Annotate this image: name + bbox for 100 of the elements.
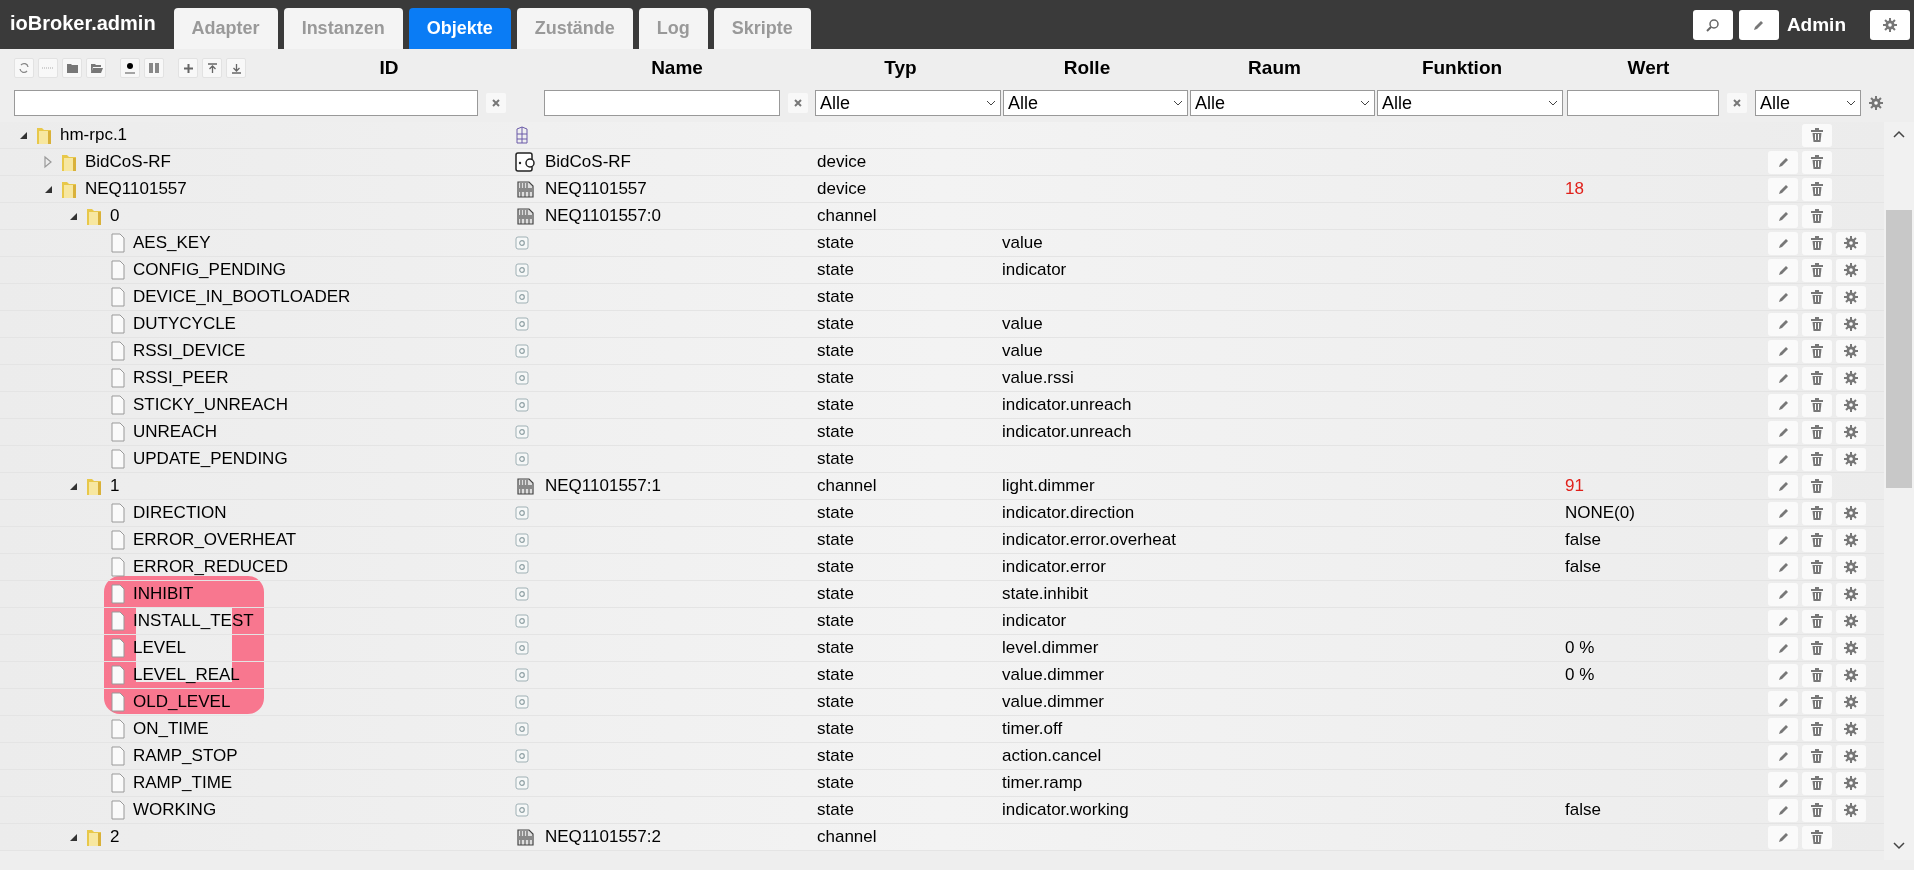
type-cell-text: device bbox=[816, 152, 867, 171]
tree-row[interactable]: AES_KEY state value bbox=[0, 230, 1884, 257]
object-id[interactable]: NEQ1101557 bbox=[83, 179, 187, 199]
type-cell-text: state bbox=[816, 341, 854, 360]
tree-row[interactable]: DIRECTION state indicator.direction NONE(0) bbox=[0, 500, 1884, 527]
object-id[interactable]: RSSI_PEER bbox=[131, 368, 229, 388]
object-id[interactable]: ERROR_REDUCED bbox=[131, 557, 288, 577]
nav-tab[interactable]: Objekte bbox=[408, 8, 511, 49]
value-cell-text: 0 % bbox=[1564, 638, 1595, 657]
role-cell-text: indicator.direction bbox=[1001, 503, 1135, 522]
object-id[interactable]: INHIBIT bbox=[131, 584, 194, 604]
type-cell-text: state bbox=[816, 368, 854, 387]
tree-row[interactable]: BidCoS-RF BidCoS-RF device bbox=[0, 149, 1884, 176]
type-cell-text: state bbox=[816, 233, 854, 252]
object-id[interactable]: ON_TIME bbox=[131, 719, 209, 739]
object-id[interactable]: STICKY_UNREACH bbox=[131, 395, 288, 415]
role-cell-text: state.inhibit bbox=[1001, 584, 1088, 603]
type-cell-text: state bbox=[816, 287, 854, 306]
tree-row[interactable]: LEVEL state level.dimmer 0 % bbox=[0, 635, 1884, 662]
type-cell-text: state bbox=[816, 773, 854, 792]
tree-row[interactable]: UNREACH state indicator.unreach bbox=[0, 419, 1884, 446]
role-cell-text: indicator.error.overheat bbox=[1001, 530, 1176, 549]
tree-row[interactable]: STICKY_UNREACH state indicator.unreach bbox=[0, 392, 1884, 419]
object-id[interactable]: LEVEL_REAL bbox=[131, 665, 240, 685]
tree-row[interactable]: hm-rpc.1 bbox=[0, 122, 1884, 149]
column-header: Wert bbox=[1626, 57, 1671, 79]
object-id[interactable]: AES_KEY bbox=[131, 233, 211, 253]
object-id[interactable]: INSTALL_TEST bbox=[131, 611, 254, 631]
tree-row[interactable]: UPDATE_PENDING state bbox=[0, 446, 1884, 473]
type-cell-text: state bbox=[816, 395, 854, 414]
tree-row[interactable]: ERROR_REDUCED state indicator.error false bbox=[0, 554, 1884, 581]
value-cell-text: false bbox=[1564, 530, 1601, 549]
type-cell-text: state bbox=[816, 665, 854, 684]
tree-row[interactable]: DUTYCYCLE state value bbox=[0, 311, 1884, 338]
tree-row[interactable]: 1 NEQ1101557:1 channel light.dimmer 91 bbox=[0, 473, 1884, 500]
type-cell-text: state bbox=[816, 314, 854, 333]
object-name: NEQ1101557 bbox=[544, 179, 647, 199]
object-id[interactable]: BidCoS-RF bbox=[83, 152, 171, 172]
object-id[interactable]: RSSI_DEVICE bbox=[131, 341, 246, 361]
tree-row[interactable]: DEVICE_IN_BOOTLOADER state bbox=[0, 284, 1884, 311]
value-cell-text: NONE(0) bbox=[1564, 503, 1635, 522]
type-cell-text: state bbox=[816, 638, 854, 657]
object-id[interactable]: RAMP_STOP bbox=[131, 746, 238, 766]
type-cell-text: state bbox=[816, 611, 854, 630]
object-id[interactable]: DEVICE_IN_BOOTLOADER bbox=[131, 287, 351, 307]
type-cell-text: channel bbox=[816, 476, 877, 495]
column-header: Typ bbox=[883, 57, 918, 79]
tree-row[interactable]: RSSI_PEER state value.rssi bbox=[0, 365, 1884, 392]
tree-row[interactable]: WORKING state indicator.working false bbox=[0, 797, 1884, 824]
object-id[interactable]: OLD_LEVEL bbox=[131, 692, 231, 712]
role-cell-text: value bbox=[1001, 314, 1043, 333]
object-id[interactable]: WORKING bbox=[131, 800, 217, 820]
object-name: BidCoS-RF bbox=[544, 152, 631, 172]
object-id[interactable]: UPDATE_PENDING bbox=[131, 449, 288, 469]
object-id[interactable]: RAMP_TIME bbox=[131, 773, 233, 793]
type-cell-text: state bbox=[816, 503, 854, 522]
tree-row[interactable]: RAMP_STOP state action.cancel bbox=[0, 743, 1884, 770]
role-cell-text: value.dimmer bbox=[1001, 692, 1105, 711]
object-id[interactable]: CONFIG_PENDING bbox=[131, 260, 287, 280]
type-cell-text: state bbox=[816, 449, 854, 468]
role-cell-text: level.dimmer bbox=[1001, 638, 1099, 657]
role-cell-text: light.dimmer bbox=[1001, 476, 1095, 495]
tree-row[interactable]: INHIBIT state state.inhibit bbox=[0, 581, 1884, 608]
tree-row[interactable]: RAMP_TIME state timer.ramp bbox=[0, 770, 1884, 797]
filter-dropdown[interactable]: Alle bbox=[1377, 90, 1563, 116]
filter-dropdown[interactable]: Alle bbox=[815, 90, 1001, 116]
role-cell-text: indicator.error bbox=[1001, 557, 1106, 576]
tree-row[interactable]: 2 NEQ1101557:2 channel bbox=[0, 824, 1884, 851]
object-id[interactable]: 0 bbox=[108, 206, 120, 226]
object-id[interactable]: DUTYCYCLE bbox=[131, 314, 236, 334]
role-cell-text: value bbox=[1001, 341, 1043, 360]
object-id[interactable]: 1 bbox=[108, 476, 120, 496]
value-cell-text: false bbox=[1564, 800, 1601, 819]
tree-row[interactable]: NEQ1101557 NEQ1101557 device 18 bbox=[0, 176, 1884, 203]
tree-row[interactable]: ERROR_OVERHEAT state indicator.error.overheat false bbox=[0, 527, 1884, 554]
column-header: Name bbox=[650, 57, 704, 79]
tree-row[interactable]: 0 NEQ1101557:0 channel bbox=[0, 203, 1884, 230]
role-cell-text: timer.ramp bbox=[1001, 773, 1083, 792]
tree-row[interactable]: INSTALL_TEST state indicator bbox=[0, 608, 1884, 635]
role-cell-text: value.dimmer bbox=[1001, 665, 1105, 684]
filter-dropdown[interactable]: Alle bbox=[1003, 90, 1188, 116]
object-id[interactable]: DIRECTION bbox=[131, 503, 227, 523]
filter-dropdown[interactable]: Alle bbox=[1755, 90, 1861, 116]
tree-row[interactable]: CONFIG_PENDING state indicator bbox=[0, 257, 1884, 284]
type-cell-text: state bbox=[816, 692, 854, 711]
object-id[interactable]: ERROR_OVERHEAT bbox=[131, 530, 297, 550]
tree-row[interactable]: OLD_LEVEL state value.dimmer bbox=[0, 689, 1884, 716]
object-name: NEQ1101557:2 bbox=[544, 827, 661, 847]
type-cell-text: state bbox=[816, 530, 854, 549]
object-id[interactable]: hm-rpc.1 bbox=[58, 125, 128, 145]
object-id[interactable]: UNREACH bbox=[131, 422, 218, 442]
tree-row[interactable]: ON_TIME state timer.off bbox=[0, 716, 1884, 743]
column-header: Funktion bbox=[1420, 57, 1504, 79]
filter-dropdown[interactable]: Alle bbox=[1190, 90, 1375, 116]
object-id[interactable]: 2 bbox=[108, 827, 120, 847]
role-cell-text: timer.off bbox=[1001, 719, 1063, 738]
tree-row[interactable]: RSSI_DEVICE state value bbox=[0, 338, 1884, 365]
object-id[interactable]: LEVEL bbox=[131, 638, 186, 658]
tree-row[interactable]: LEVEL_REAL state value.dimmer 0 % bbox=[0, 662, 1884, 689]
column-header: ID bbox=[378, 57, 400, 79]
